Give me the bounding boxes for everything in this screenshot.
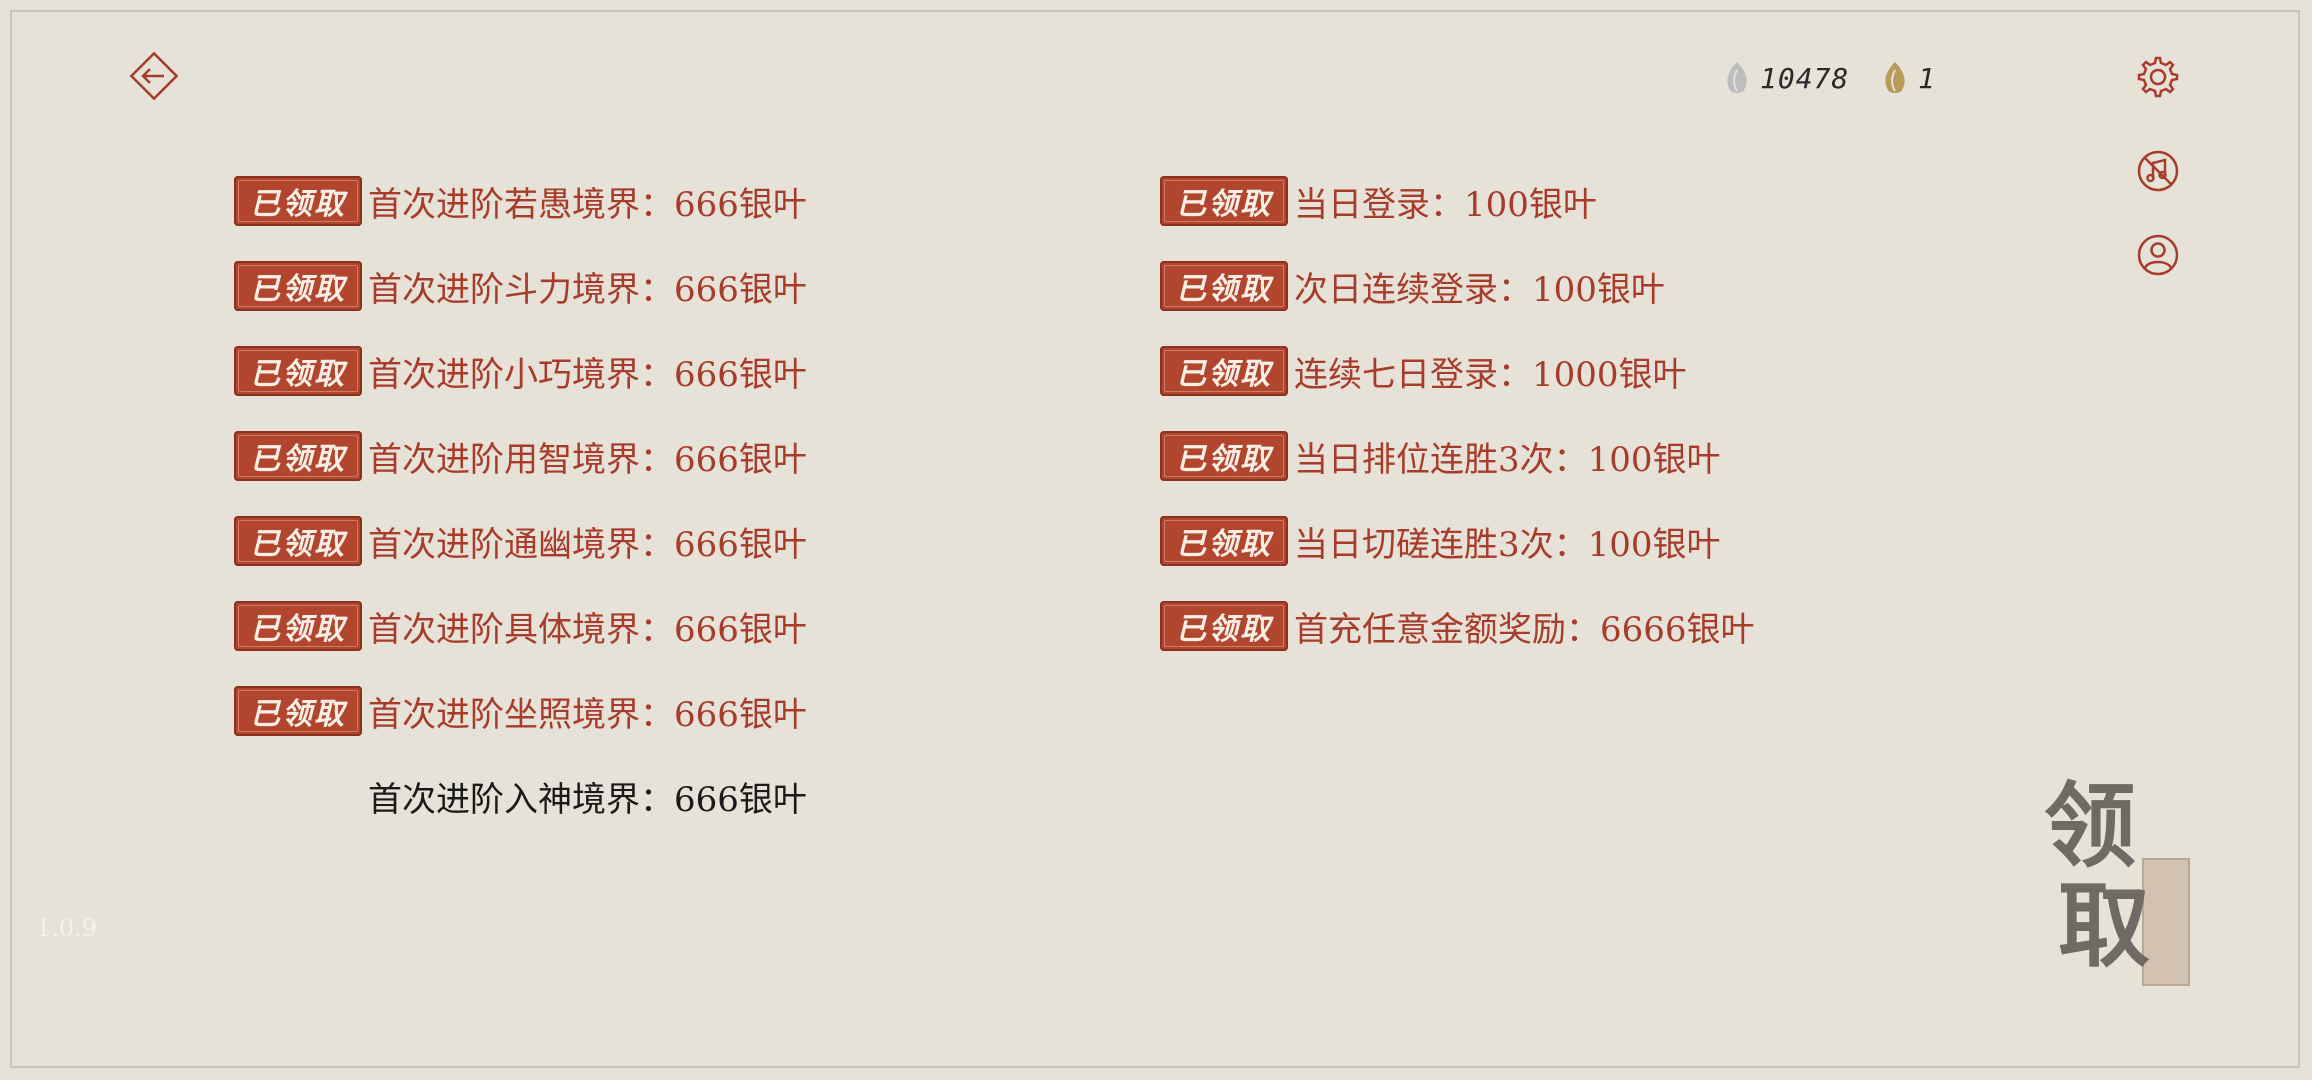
gold-leaf-icon [1885,62,1905,93]
reward-text: 首次进阶入神境界：666银叶 [368,779,807,820]
claimed-stamp: 已领取 [234,431,362,481]
gear-icon [2137,56,2179,98]
claimed-stamp: 已领取 [234,261,362,311]
version-label: 1.0.9 [36,914,98,942]
claim-char-top: 领 [2044,772,2137,880]
reward-row-pending: 首次进阶入神境界：666银叶 [234,768,807,824]
reward-row: 已领取 连续七日登录：1000银叶 [1160,343,1687,399]
reward-text: 首次进阶若愚境界：666银叶 [368,184,807,225]
reward-text: 首次进阶坐照境界：666银叶 [368,694,807,735]
reward-text: 当日切磋连胜3次：100银叶 [1294,524,1721,565]
reward-row: 已领取 当日登录：100银叶 [1160,173,1597,229]
claimed-stamp: 已领取 [234,176,362,226]
music-toggle-button[interactable] [2135,148,2181,194]
reward-text: 首充任意金额奖励：6666银叶 [1294,609,1755,650]
reward-text: 连续七日登录：1000银叶 [1294,354,1687,395]
reward-row: 已领取 当日排位连胜3次：100银叶 [1160,428,1721,484]
claimed-label: 已领取 [250,357,346,392]
music-off-icon [2137,150,2179,192]
claimed-label: 已领取 [1176,272,1272,307]
user-icon [2137,234,2179,276]
reward-row: 已领取 首次进阶若愚境界：666银叶 [234,173,807,229]
claimed-stamp: 已领取 [1160,176,1288,226]
reward-row: 已领取 首次进阶通幽境界：666银叶 [234,513,807,569]
claimed-label: 已领取 [250,612,346,647]
reward-row: 已领取 首次进阶斗力境界：666银叶 [234,258,807,314]
silver-leaf-count: 10478 [1760,61,1850,95]
claimed-stamp: 已领取 [1160,431,1288,481]
gold-leaf-counter: 1 [1880,58,1936,98]
reward-row: 已领取 首次进阶用智境界：666银叶 [234,428,807,484]
reward-text: 首次进阶通幽境界：666银叶 [368,524,807,565]
claimed-stamp: 已领取 [1160,261,1288,311]
silver-leaf-counter: 10478 [1722,58,1849,98]
claim-char-bottom: 取 [2058,872,2151,980]
claimed-label: 已领取 [250,527,346,562]
settings-button[interactable] [2135,54,2181,100]
profile-button[interactable] [2135,232,2181,278]
reward-row: 已领取 首次进阶坐照境界：666银叶 [234,683,807,739]
reward-row: 已领取 首次进阶小巧境界：666银叶 [234,343,807,399]
claimed-label: 已领取 [250,442,346,477]
claimed-stamp: 已领取 [1160,601,1288,651]
claimed-label: 已领取 [250,187,346,222]
unclaimed-slot [234,771,362,821]
reward-text: 首次进阶具体境界：666银叶 [368,609,807,650]
reward-text: 首次进阶用智境界：666银叶 [368,439,807,480]
gold-leaf-count: 1 [1918,61,1936,95]
claimed-label: 已领取 [1176,357,1272,392]
reward-text: 首次进阶小巧境界：666银叶 [368,354,807,395]
claimed-label: 已领取 [250,697,346,732]
claimed-stamp: 已领取 [1160,516,1288,566]
silver-leaf-icon [1727,62,1747,93]
claimed-stamp: 已领取 [234,686,362,736]
back-arrow-icon [129,51,179,101]
claim-button[interactable]: 领 取 [2044,780,2194,990]
claimed-label: 已领取 [1176,187,1272,222]
claimed-stamp: 已领取 [234,346,362,396]
claimed-label: 已领取 [1176,527,1272,562]
claimed-stamp: 已领取 [234,516,362,566]
claimed-stamp: 已领取 [1160,346,1288,396]
reward-text: 首次进阶斗力境界：666银叶 [368,269,807,310]
reward-row: 已领取 当日切磋连胜3次：100银叶 [1160,513,1721,569]
reward-row: 已领取 首充任意金额奖励：6666银叶 [1160,598,1755,654]
claimed-stamp: 已领取 [234,601,362,651]
reward-row: 已领取 首次进阶具体境界：666银叶 [234,598,807,654]
back-button[interactable] [128,50,180,102]
reward-text: 当日登录：100银叶 [1294,184,1597,225]
claimed-label: 已领取 [1176,442,1272,477]
reward-text: 次日连续登录：100银叶 [1294,269,1665,310]
reward-text: 当日排位连胜3次：100银叶 [1294,439,1721,480]
claimed-label: 已领取 [1176,612,1272,647]
claimed-label: 已领取 [250,272,346,307]
reward-row: 已领取 次日连续登录：100银叶 [1160,258,1665,314]
